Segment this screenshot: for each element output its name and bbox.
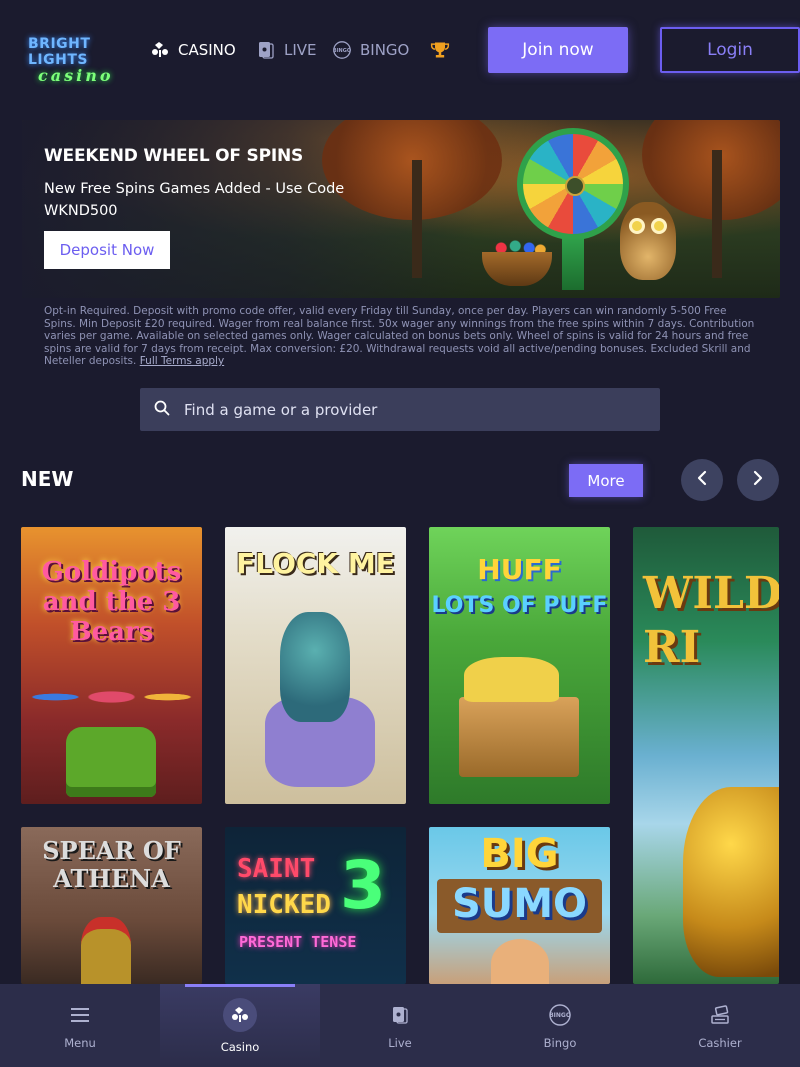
game-tile[interactable]: BIG SUMO <box>429 827 610 984</box>
wheel-stand <box>562 238 584 290</box>
nav-bingo[interactable]: BINGO BINGO <box>332 38 409 62</box>
game-art <box>464 657 559 702</box>
trophy-icon <box>430 40 450 60</box>
hamburger-icon <box>67 1002 93 1028</box>
bottom-nav-bar: Menu Casino Live BINGO Bingo Cashier <box>0 984 800 1067</box>
full-terms-link[interactable]: Full Terms apply <box>140 355 224 367</box>
carousel-next-button[interactable] <box>737 459 779 501</box>
game-art <box>459 697 579 777</box>
game-tile[interactable]: WILD RI <box>633 527 779 984</box>
banner-tree <box>712 150 722 278</box>
game-art <box>81 917 131 984</box>
game-art <box>66 727 156 797</box>
section-title-new: NEW <box>21 467 74 491</box>
game-title: WILD RI <box>643 568 779 673</box>
login-button[interactable]: Login <box>660 27 800 73</box>
carousel-prev-button[interactable] <box>681 459 723 501</box>
promo-title: WEEKEND WHEEL OF SPINS <box>44 146 304 166</box>
game-tile[interactable]: Goldipots and the 3 Bears <box>21 527 202 804</box>
live-cards-icon <box>387 1002 413 1028</box>
nav-bingo-label: BINGO <box>360 41 410 59</box>
banner-tree <box>412 160 422 278</box>
bottom-nav-menu-label: Menu <box>64 1035 96 1050</box>
game-art <box>280 612 350 722</box>
bottom-nav-cashier-label: Cashier <box>698 1035 742 1050</box>
game-tile[interactable]: HUFF LOTS OF PUFF <box>429 527 610 804</box>
cards-icon <box>223 997 257 1032</box>
live-cards-icon <box>256 40 276 60</box>
bottom-nav-live[interactable]: Live <box>320 984 480 1067</box>
game-title: SPEAR OF ATHENA <box>42 836 181 893</box>
bingo-icon: BINGO <box>547 1002 573 1028</box>
search-icon <box>154 400 170 420</box>
game-tile[interactable]: SAINT NICKED 3 PRESENT TENSE <box>225 827 406 984</box>
game-title: BIG <box>480 831 559 877</box>
banner-foliage <box>642 120 780 220</box>
nav-live-label: LIVE <box>284 41 317 59</box>
game-art <box>683 787 779 977</box>
prize-wheel-image <box>517 128 629 240</box>
brand-logo[interactable]: BRIGHT LIGHTS casino <box>28 36 146 84</box>
game-tile[interactable]: FLOCK ME <box>225 527 406 804</box>
chevron-left-icon <box>696 470 708 490</box>
logo-line1: BRIGHT LIGHTS <box>28 36 91 68</box>
nav-casino-label: CASINO <box>178 41 236 59</box>
deposit-now-button[interactable]: Deposit Now <box>44 231 170 269</box>
basket-image <box>482 252 552 286</box>
game-subtitle: LOTS OF PUFF <box>431 593 608 618</box>
game-subtitle: SUMO <box>451 881 588 927</box>
bottom-nav-menu[interactable]: Menu <box>0 984 160 1067</box>
game-title: FLOCK ME <box>236 547 395 580</box>
bottom-nav-bingo-label: Bingo <box>543 1035 577 1050</box>
promo-terms: Opt-in Required. Deposit with promo code… <box>44 305 756 368</box>
game-title: Goldipots and the 3 Bears <box>41 557 182 647</box>
bottom-nav-casino[interactable]: Casino <box>160 984 320 1067</box>
bottom-nav-cashier[interactable]: Cashier <box>640 984 800 1067</box>
chevron-right-icon <box>752 470 764 490</box>
top-header: BRIGHT LIGHTS casino CASINO LIVE BINGO B… <box>0 0 800 100</box>
game-title: HUFF <box>477 553 562 586</box>
promo-subtitle: New Free Spins Games Added - Use Code WK… <box>44 181 345 219</box>
bottom-nav-bingo[interactable]: BINGO Bingo <box>480 984 640 1067</box>
game-art <box>491 939 549 984</box>
more-button[interactable]: More <box>569 464 643 497</box>
search-input[interactable]: Find a game or a provider <box>184 401 377 419</box>
cards-icon <box>150 40 170 60</box>
svg-text:BINGO: BINGO <box>549 1012 571 1019</box>
owl-mascot-image <box>620 202 676 280</box>
game-search-bar[interactable]: Find a game or a provider <box>140 388 660 431</box>
logo-line2: casino <box>38 66 114 85</box>
svg-text:BINGO: BINGO <box>333 48 351 54</box>
game-title-number: 3 <box>340 847 386 924</box>
nav-live[interactable]: LIVE <box>256 38 317 62</box>
game-art <box>29 677 194 717</box>
join-now-button[interactable]: Join now <box>488 27 628 73</box>
promo-banner[interactable]: WEEKEND WHEEL OF SPINS New Free Spins Ga… <box>22 120 780 298</box>
bingo-icon: BINGO <box>332 40 352 60</box>
bottom-nav-casino-label: Casino <box>220 1039 260 1054</box>
game-tile[interactable]: SPEAR OF ATHENA <box>21 827 202 984</box>
cashier-icon <box>707 1002 733 1028</box>
nav-casino[interactable]: CASINO <box>150 38 236 62</box>
nav-trophy[interactable] <box>430 38 450 62</box>
game-subtitle: PRESENT TENSE <box>239 933 357 951</box>
bottom-nav-live-label: Live <box>388 1035 412 1050</box>
